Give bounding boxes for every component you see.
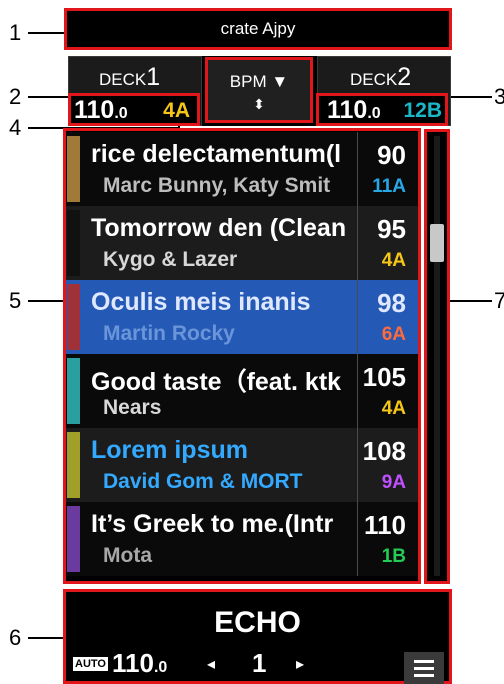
auto-bpm-badge: AUTO xyxy=(73,657,108,671)
beat-next-icon[interactable]: ▸ xyxy=(296,654,304,674)
track-bpm: 110 xyxy=(364,510,406,540)
callout-1-line xyxy=(28,32,64,34)
track-title: It’s Greek to me.(Intr xyxy=(91,510,334,538)
track-row[interactable]: Tomorrow den (Clean Kygo & Lazer 95 4A xyxy=(63,206,420,280)
track-color-tag xyxy=(67,506,80,572)
track-key: 11A xyxy=(372,176,406,197)
track-row[interactable]: Oculis meis inanis Martin Rocky 98 6A xyxy=(63,280,420,354)
column-divider xyxy=(357,206,358,280)
effect-bpm-dec: .0 xyxy=(153,659,168,676)
crate-title-bar[interactable]: crate Ajpy xyxy=(64,8,452,50)
beat-prev-icon[interactable]: ◂ xyxy=(207,654,215,674)
column-divider xyxy=(357,428,358,502)
track-title: Oculis meis inanis xyxy=(91,288,311,316)
deck-2-bpm-key-box: 110.0 12B xyxy=(316,93,448,126)
track-title: Good taste（feat. ktk xyxy=(91,368,342,396)
deck-1-label-text: DECK xyxy=(99,70,147,89)
callout-6: 6 xyxy=(9,625,22,650)
column-divider xyxy=(357,132,358,206)
callout-2: 2 xyxy=(9,84,22,109)
track-bpm: 90 xyxy=(377,140,406,170)
crate-title: crate Ajpy xyxy=(220,19,296,38)
deck-1-label: DECK1 xyxy=(99,63,160,92)
menu-icon[interactable] xyxy=(404,652,444,684)
column-divider xyxy=(357,354,358,428)
track-key: 4A xyxy=(381,250,406,271)
track-artist: Nears xyxy=(103,396,162,419)
deck-2-bpm-int: 110 xyxy=(327,96,368,124)
track-color-tag xyxy=(67,210,80,276)
column-divider xyxy=(357,280,358,354)
track-key: 9A xyxy=(381,472,406,493)
sort-order-icon: ⬍ xyxy=(253,96,265,112)
track-list-scrollbar[interactable] xyxy=(424,129,450,584)
track-key: 6A xyxy=(381,324,406,345)
callout-6-line xyxy=(28,637,64,639)
track-color-tag xyxy=(67,284,80,350)
track-artist: Mota xyxy=(103,544,152,567)
effect-panel: ECHO AUTO 110.0 ◂ 1 ▸ xyxy=(63,589,452,684)
track-row[interactable]: It’s Greek to me.(Intr Mota 110 1B xyxy=(63,502,420,576)
deck-1-bpm-dec: .0 xyxy=(114,105,128,122)
track-artist: Kygo & Lazer xyxy=(103,248,238,271)
track-list[interactable]: rice delectamentum(l Marc Bunny, Katy Smi… xyxy=(63,129,420,583)
track-title: Tomorrow den (Clean xyxy=(91,214,347,242)
callout-7-line xyxy=(450,300,492,302)
scroll-track[interactable] xyxy=(434,136,440,576)
track-color-tag xyxy=(67,432,80,498)
effect-beat: 1 xyxy=(252,648,267,678)
deck-2-label: DECK2 xyxy=(350,63,411,92)
deck-2-bpm: 110.0 xyxy=(327,96,381,125)
effect-bpm[interactable]: 110.0 xyxy=(112,648,167,679)
callout-1: 1 xyxy=(9,20,22,45)
track-title: rice delectamentum(l xyxy=(91,140,342,168)
deck-1-key: 4A xyxy=(163,99,190,122)
track-key: 4A xyxy=(381,398,406,419)
scroll-thumb[interactable] xyxy=(430,224,444,262)
callout-5: 5 xyxy=(9,288,22,313)
track-bpm: 95 xyxy=(377,214,406,244)
track-artist: Martin Rocky xyxy=(103,322,235,345)
deck-2-label-text: DECK xyxy=(350,70,398,89)
bpm-sort-button[interactable]: BPM ▼ ⬍ xyxy=(205,57,313,123)
callout-4: 4 xyxy=(9,115,22,140)
callout-7: 7 xyxy=(494,288,504,313)
deck-2-key: 12B xyxy=(403,99,442,122)
callout-2-line xyxy=(28,96,68,98)
bpm-sort-label: BPM ▼ xyxy=(229,72,289,91)
column-divider xyxy=(357,502,358,576)
track-row[interactable]: rice delectamentum(l Marc Bunny, Katy Smi… xyxy=(63,132,420,206)
deck-2-bpm-dec: .0 xyxy=(367,105,381,122)
deck-2-number: 2 xyxy=(397,63,412,91)
deck-1-bpm: 110.0 xyxy=(74,96,128,125)
track-key: 1B xyxy=(381,546,406,567)
track-bpm: 98 xyxy=(377,288,406,318)
callout-3-line xyxy=(446,96,492,98)
effect-name[interactable]: ECHO xyxy=(66,606,449,640)
track-color-tag xyxy=(67,136,80,202)
track-row[interactable]: Good taste（feat. ktk Nears 105 4A xyxy=(63,354,420,428)
track-bpm: 108 xyxy=(362,436,406,466)
deck-1-bpm-key-box: 110.0 4A xyxy=(68,93,200,126)
deck-1-bpm-int: 110 xyxy=(74,96,115,124)
track-title: Lorem ipsum xyxy=(91,436,248,464)
track-artist: David Gom & MORT xyxy=(103,470,303,493)
track-color-tag xyxy=(67,358,80,424)
track-artist: Marc Bunny, Katy Smit xyxy=(103,174,331,197)
callout-3: 3 xyxy=(494,84,504,109)
deck-1-number: 1 xyxy=(146,63,161,91)
track-row[interactable]: Lorem ipsum David Gom & MORT 108 9A xyxy=(63,428,420,502)
effect-bpm-int: 110 xyxy=(112,648,154,678)
callout-5-line xyxy=(28,300,64,302)
track-bpm: 105 xyxy=(362,362,406,392)
